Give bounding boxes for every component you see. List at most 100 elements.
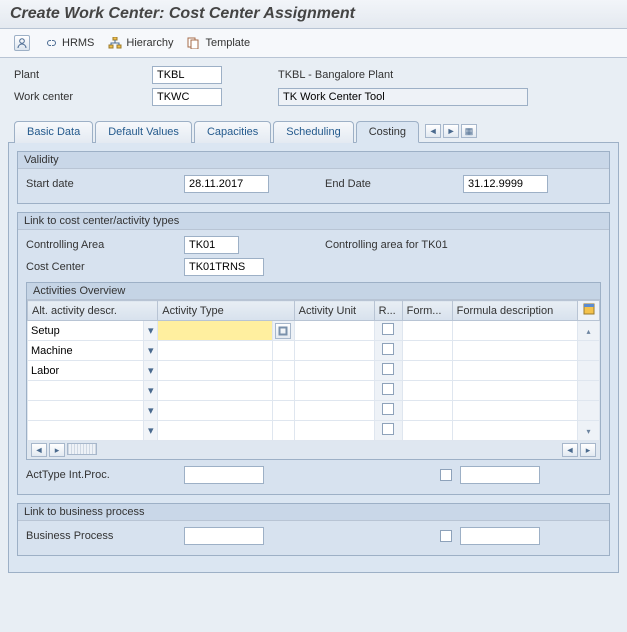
toolbar-hierarchy[interactable]: Hierarchy (108, 35, 173, 51)
f4-help-icon[interactable] (275, 323, 291, 339)
bp-checkbox[interactable] (440, 530, 452, 542)
col-activity-type[interactable]: Activity Type (158, 301, 294, 321)
col-alt-activity[interactable]: Alt. activity descr. (28, 301, 158, 321)
grid-footer: ◄ ▸ ◄ ▸ (27, 441, 600, 459)
alt-activity-input[interactable] (28, 401, 143, 420)
cost-center-input[interactable] (184, 258, 264, 276)
end-date-input[interactable] (463, 175, 548, 193)
table-row: ▾ (28, 361, 600, 381)
activity-unit-input[interactable] (295, 421, 374, 440)
alt-activity-input[interactable] (28, 381, 143, 400)
work-center-label: Work center (14, 91, 144, 103)
alt-activity-dropdown-icon[interactable]: ▾ (144, 401, 158, 421)
row-scrollbar[interactable] (578, 341, 600, 361)
tab-default-values[interactable]: Default Values (95, 121, 192, 143)
activity-unit-input[interactable] (295, 321, 374, 340)
activities-grid: Alt. activity descr. Activity Type Activ… (27, 300, 600, 441)
tab-costing[interactable]: Costing (356, 121, 419, 143)
hierarchy-icon (108, 37, 122, 49)
row-scrollbar[interactable]: ▾ (578, 421, 600, 441)
row-scrollbar[interactable]: ▴ (578, 321, 600, 341)
table-row: ▾ (28, 401, 600, 421)
col-r[interactable]: R... (374, 301, 402, 321)
tabstrip: Basic Data Default Values Capacities Sch… (0, 120, 627, 142)
plant-label: Plant (14, 69, 144, 81)
toolbar-template[interactable]: Template (187, 35, 250, 51)
col-formula-desc[interactable]: Formula description (452, 301, 577, 321)
col-activity-unit[interactable]: Activity Unit (294, 301, 374, 321)
formula-desc-input[interactable] (453, 401, 577, 420)
table-row: ▾ (28, 341, 600, 361)
work-center-desc[interactable] (278, 88, 528, 106)
alt-activity-input[interactable] (28, 321, 143, 340)
alt-activity-dropdown-icon[interactable]: ▾ (144, 321, 158, 341)
tab-capacities[interactable]: Capacities (194, 121, 271, 143)
alt-activity-input[interactable] (28, 361, 143, 380)
work-center-input[interactable] (152, 88, 222, 106)
alt-activity-input[interactable] (28, 421, 143, 440)
activity-unit-input[interactable] (295, 341, 374, 360)
acttype-label: ActType Int.Proc. (26, 469, 176, 481)
grid-scroll-first-icon[interactable]: ◄ (31, 443, 47, 457)
tab-scroll-left-icon[interactable]: ◄ (425, 124, 441, 138)
row-scrollbar[interactable] (578, 401, 600, 421)
ref-checkbox[interactable] (382, 403, 394, 415)
acttype-extra-input[interactable] (460, 466, 540, 484)
formula-desc-input[interactable] (453, 381, 577, 400)
formula-input[interactable] (403, 341, 452, 360)
formula-desc-input[interactable] (453, 341, 577, 360)
grid-scroll-last-icon[interactable]: ▸ (580, 443, 596, 457)
alt-activity-dropdown-icon[interactable]: ▾ (144, 361, 158, 381)
activity-type-input[interactable] (158, 341, 271, 360)
plant-input[interactable] (152, 66, 222, 84)
row-scrollbar[interactable] (578, 361, 600, 381)
activity-unit-input[interactable] (295, 381, 374, 400)
col-formula[interactable]: Form... (402, 301, 452, 321)
cost-center-label: Cost Center (26, 261, 176, 273)
ref-checkbox[interactable] (382, 363, 394, 375)
ref-checkbox[interactable] (382, 423, 394, 435)
tab-basic-data[interactable]: Basic Data (14, 121, 93, 143)
formula-input[interactable] (403, 421, 452, 440)
toolbar-hrms-label: HRMS (62, 37, 94, 49)
tab-list-icon[interactable]: ▦ (461, 124, 477, 138)
ref-checkbox[interactable] (382, 323, 394, 335)
ref-checkbox[interactable] (382, 383, 394, 395)
alt-activity-dropdown-icon[interactable]: ▾ (144, 341, 158, 361)
activity-type-input[interactable] (158, 401, 271, 420)
person-icon-button[interactable] (14, 35, 30, 51)
formula-input[interactable] (403, 361, 452, 380)
activity-type-input[interactable] (158, 381, 271, 400)
row-scrollbar[interactable] (578, 381, 600, 401)
grid-config-button[interactable] (578, 301, 600, 321)
toolbar-hrms[interactable]: HRMS (44, 35, 94, 51)
formula-desc-input[interactable] (453, 421, 577, 440)
grid-scroll-prev-icon[interactable]: ▸ (49, 443, 65, 457)
formula-desc-input[interactable] (453, 361, 577, 380)
acttype-checkbox[interactable] (440, 469, 452, 481)
controlling-area-input[interactable] (184, 236, 239, 254)
bp-input[interactable] (184, 527, 264, 545)
activity-type-input[interactable] (158, 421, 271, 440)
group-cost-center: Link to cost center/activity types Contr… (17, 212, 610, 495)
ref-checkbox[interactable] (382, 343, 394, 355)
formula-input[interactable] (403, 321, 452, 340)
formula-input[interactable] (403, 401, 452, 420)
grid-drag-handle[interactable] (67, 443, 97, 455)
bp-extra-input[interactable] (460, 527, 540, 545)
tab-scroll-right-icon[interactable]: ► (443, 124, 459, 138)
formula-desc-input[interactable] (453, 321, 577, 340)
alt-activity-dropdown-icon[interactable]: ▾ (144, 421, 158, 441)
activity-type-input[interactable] (158, 321, 271, 340)
activity-unit-input[interactable] (295, 401, 374, 420)
activity-type-input[interactable] (158, 361, 271, 380)
alt-activity-input[interactable] (28, 341, 143, 360)
tab-scheduling[interactable]: Scheduling (273, 121, 353, 143)
grid-scroll-next-icon[interactable]: ◄ (562, 443, 578, 457)
activity-unit-input[interactable] (295, 361, 374, 380)
link-icon (44, 37, 58, 49)
acttype-input[interactable] (184, 466, 264, 484)
formula-input[interactable] (403, 381, 452, 400)
alt-activity-dropdown-icon[interactable]: ▾ (144, 381, 158, 401)
start-date-input[interactable] (184, 175, 269, 193)
